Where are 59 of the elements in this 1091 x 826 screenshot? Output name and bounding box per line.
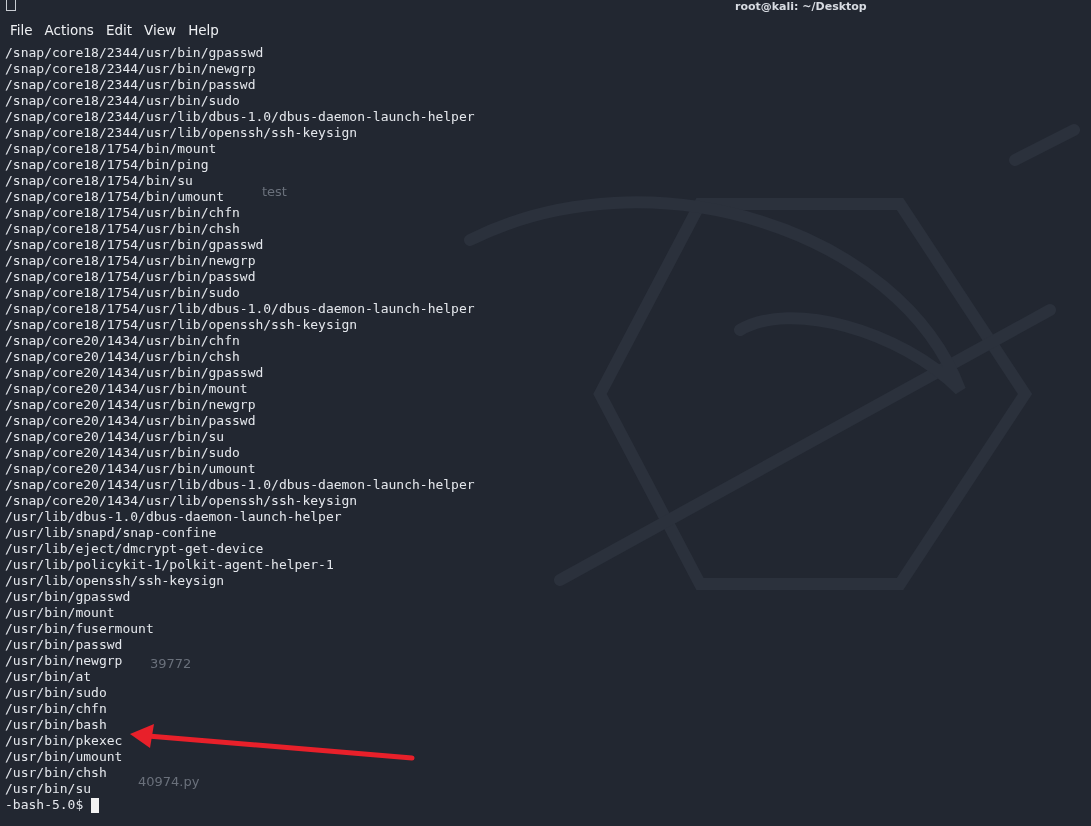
output-line: /usr/bin/sudo (5, 685, 107, 701)
output-line: /snap/core18/1754/usr/bin/gpasswd (5, 237, 264, 253)
output-line: /usr/bin/fusermount (5, 621, 154, 637)
output-line: /usr/lib/policykit-1/polkit-agent-helper-1 (5, 557, 334, 573)
output-line: /usr/bin/at (5, 669, 92, 685)
output-line: /snap/core18/1754/usr/bin/chfn (5, 205, 240, 221)
output-line: /usr/bin/pkexec (5, 733, 123, 749)
menu-item[interactable]: View (138, 20, 183, 40)
output-line: /usr/bin/umount (5, 749, 123, 765)
output-line: /usr/bin/chfn (5, 701, 107, 717)
output-line: /snap/core18/1754/usr/bin/newgrp (5, 253, 256, 269)
output-line: /usr/bin/gpasswd (5, 589, 131, 605)
output-line: /snap/core18/1754/usr/lib/openssh/ssh-keysign (5, 317, 358, 333)
output-line: /usr/bin/newgrp (5, 653, 123, 669)
output-line: /usr/lib/eject/dmcrypt-get-device (5, 541, 264, 557)
output-line: /snap/core18/1754/bin/ping (5, 157, 209, 173)
output-line: /snap/core18/1754/usr/bin/passwd (5, 269, 256, 285)
output-line: /snap/core18/1754/bin/umount (5, 189, 225, 205)
output-line: /snap/core20/1434/usr/bin/sudo (5, 445, 240, 461)
output-line: /snap/core18/2344/usr/bin/sudo (5, 93, 240, 109)
output-line: /usr/bin/su (5, 781, 92, 797)
output-line: /usr/bin/mount (5, 605, 115, 621)
output-line: /snap/core18/2344/usr/bin/gpasswd (5, 45, 264, 61)
output-line: /usr/bin/passwd (5, 637, 123, 653)
desktop-icon-label: 40974.py (138, 774, 200, 789)
desktop-icon-label: test (262, 184, 287, 199)
output-line: /usr/bin/chsh (5, 765, 107, 781)
output-line: /snap/core18/2344/usr/lib/openssh/ssh-keysign (5, 125, 358, 141)
output-line: /usr/bin/bash (5, 717, 107, 733)
output-line: /snap/core18/2344/usr/lib/dbus-1.0/dbus-daemon-launch-helper (5, 109, 475, 125)
output-line: /snap/core18/1754/bin/mount (5, 141, 217, 157)
output-line: /snap/core18/1754/usr/bin/sudo (5, 285, 240, 301)
output-line: /snap/core18/2344/usr/bin/newgrp (5, 61, 256, 77)
output-line: /snap/core20/1434/usr/lib/dbus-1.0/dbus-daemon-launch-helper (5, 477, 475, 493)
output-line: /snap/core20/1434/usr/bin/umount (5, 461, 256, 477)
output-line: /snap/core18/1754/bin/su (5, 173, 193, 189)
desktop-icon-label: 39772 (150, 656, 192, 671)
output-line: /snap/core20/1434/usr/bin/chsh (5, 349, 240, 365)
output-line: /snap/core20/1434/usr/bin/newgrp (5, 397, 256, 413)
menu-item[interactable]: Edit (99, 20, 139, 40)
menu-item[interactable]: Actions (38, 20, 100, 40)
terminal-icon (6, 0, 16, 11)
output-line: /snap/core18/1754/usr/bin/chsh (5, 221, 240, 237)
output-line: /snap/core20/1434/usr/lib/openssh/ssh-keysign (5, 493, 358, 509)
text-cursor (91, 797, 100, 813)
output-line: /snap/core20/1434/usr/bin/su (5, 429, 225, 445)
output-line: /snap/core18/1754/usr/lib/dbus-1.0/dbus-daemon-launch-helper (5, 301, 475, 317)
shell-prompt: -bash-5.0$ (5, 797, 84, 813)
output-line: /usr/lib/openssh/ssh-keysign (5, 573, 225, 589)
output-line: /snap/core18/2344/usr/bin/passwd (5, 77, 256, 93)
output-line: /snap/core20/1434/usr/bin/chfn (5, 333, 240, 349)
output-line: /usr/lib/snapd/snap-confine (5, 525, 217, 541)
menu-item[interactable]: File (4, 20, 39, 40)
output-line: /snap/core20/1434/usr/bin/gpasswd (5, 365, 264, 381)
output-line: /usr/lib/dbus-1.0/dbus-daemon-launch-helper (5, 509, 342, 525)
menu-item[interactable]: Help (182, 20, 225, 40)
window-title: root@kali: ~/Desktop (735, 0, 867, 13)
output-line: /snap/core20/1434/usr/bin/mount (5, 381, 248, 397)
output-line: /snap/core20/1434/usr/bin/passwd (5, 413, 256, 429)
